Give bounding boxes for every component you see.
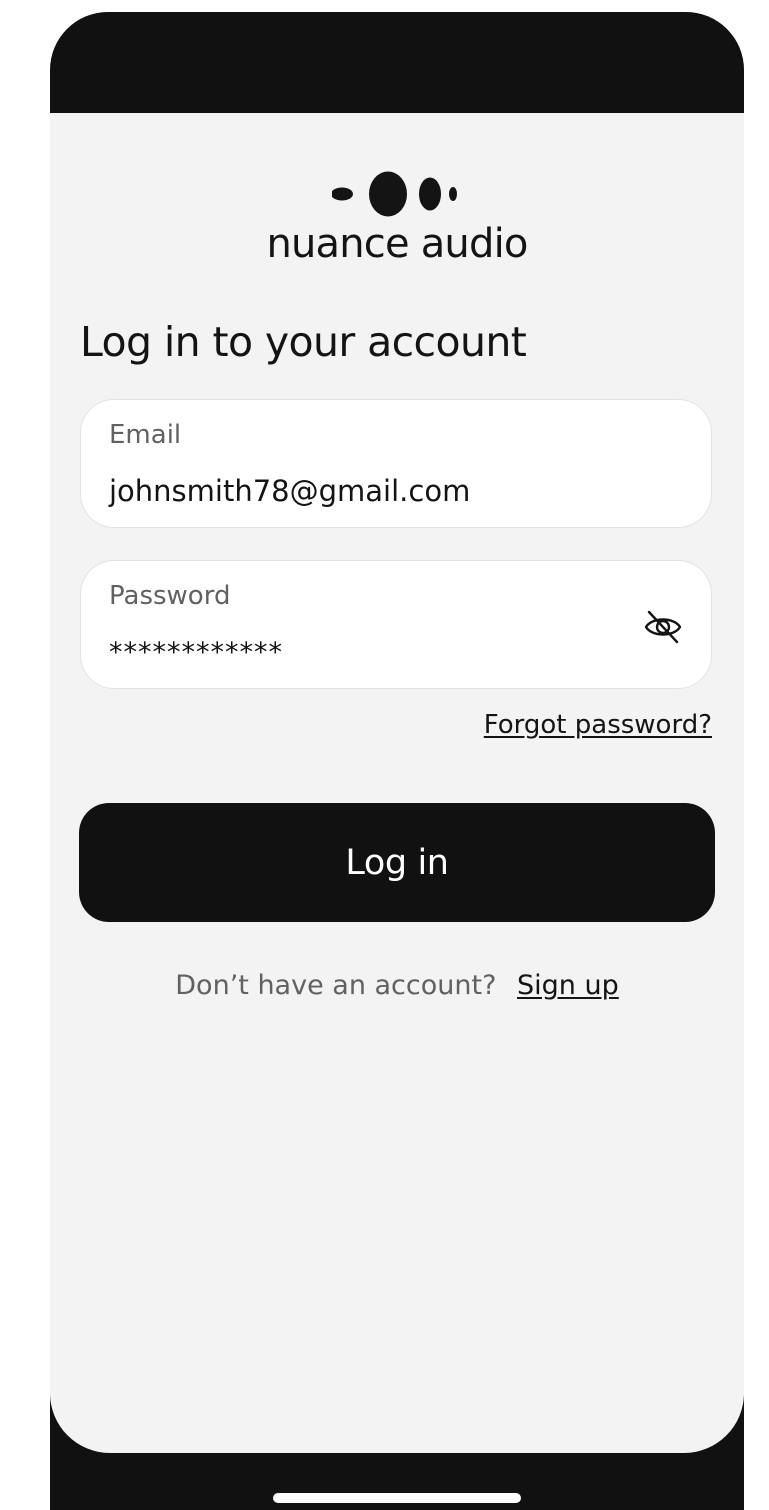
home-indicator[interactable] [273,1493,521,1503]
device-frame: nuance audio Log in to your account Emai… [50,12,744,1510]
brand-name: nuance audio [266,221,528,267]
login-screen: nuance audio Log in to your account Emai… [50,113,744,1453]
four-dots-logo-icon [332,171,457,217]
password-field[interactable]: Password ************ [80,560,712,689]
login-button[interactable]: Log in [79,803,715,922]
email-value[interactable]: johnsmith78@gmail.com [109,474,470,508]
email-label: Email [109,420,182,450]
password-label: Password [109,581,231,611]
signup-row: Don’t have an account? Sign up [50,970,744,1001]
page-title: Log in to your account [80,318,527,366]
eye-slash-icon[interactable] [643,607,683,647]
password-value[interactable]: ************ [109,637,283,668]
signup-link[interactable]: Sign up [517,970,619,1001]
brand-logo: nuance audio [50,171,744,267]
forgot-password-link[interactable]: Forgot password? [484,710,712,740]
email-field[interactable]: Email johnsmith78@gmail.com [80,399,712,528]
signup-prompt: Don’t have an account? [175,970,497,1001]
